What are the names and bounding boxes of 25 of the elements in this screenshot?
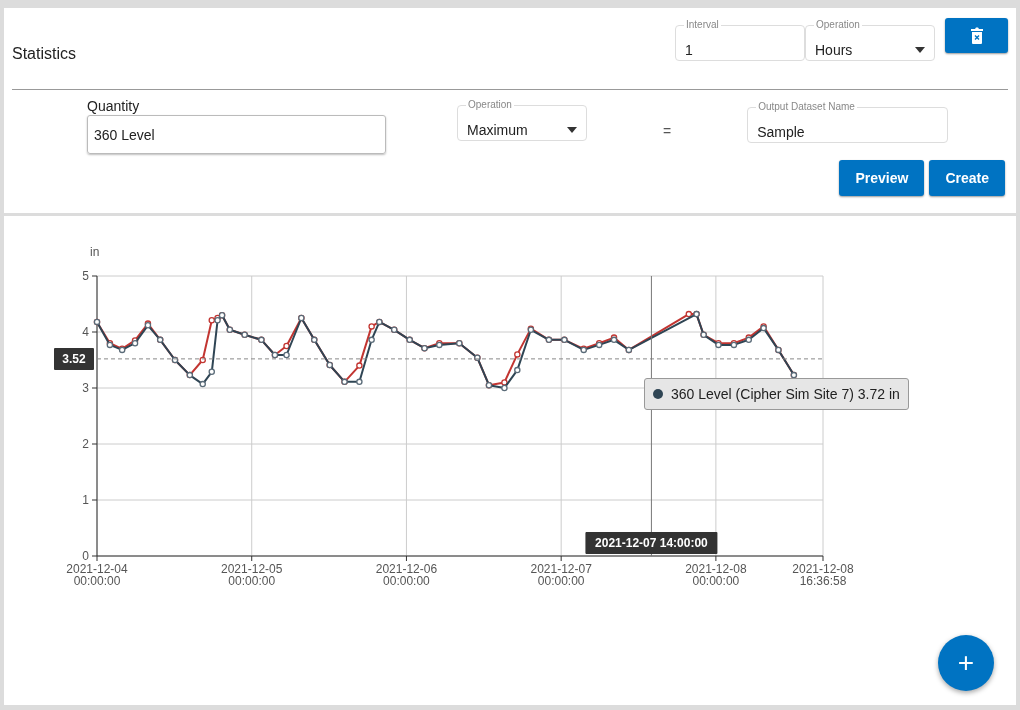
x-tick-label: 2021-12-08 16:36:58 <box>792 562 854 588</box>
field-label: Output Dataset Name <box>756 100 857 113</box>
panel-title: Statistics <box>12 45 77 63</box>
y-tick-label: 0 <box>82 549 89 563</box>
pointer-time-label: 2021-12-07 14:00:00 <box>585 532 718 554</box>
x-tick-label: 2021-12-04 00:00:00 <box>66 562 128 588</box>
y-tick-label: 4 <box>82 325 89 339</box>
y-tick-label: 1 <box>82 493 89 507</box>
field-label: Operation <box>466 98 514 111</box>
equals-sign: = <box>663 123 672 139</box>
pointer-value-label: 3.52 <box>54 347 94 370</box>
y-axis-unit: in <box>90 245 100 259</box>
y-tick-label: 5 <box>82 269 89 283</box>
x-tick-label: 2021-12-08 00:00:00 <box>685 562 747 588</box>
x-tick-label: 2021-12-05 00:00:00 <box>221 562 283 588</box>
field-label: Interval <box>684 18 721 31</box>
x-tick-label: 2021-12-06 00:00:00 <box>375 562 438 588</box>
x-tick-label: 2021-12-07 00:00:00 <box>530 562 592 588</box>
ref-line-label: 2021-12-07 14:00:00 <box>595 536 709 550</box>
field-label: Operation <box>814 18 862 31</box>
y-tick-label: 3 <box>82 381 89 395</box>
quantity-label: Quantity <box>87 98 141 114</box>
tooltip-text: 360 Level (Cipher Sim Site 7) 3.72 in <box>671 386 900 402</box>
ref-line-label: 3.52 <box>62 351 86 366</box>
y-tick-label: 2 <box>82 437 89 451</box>
